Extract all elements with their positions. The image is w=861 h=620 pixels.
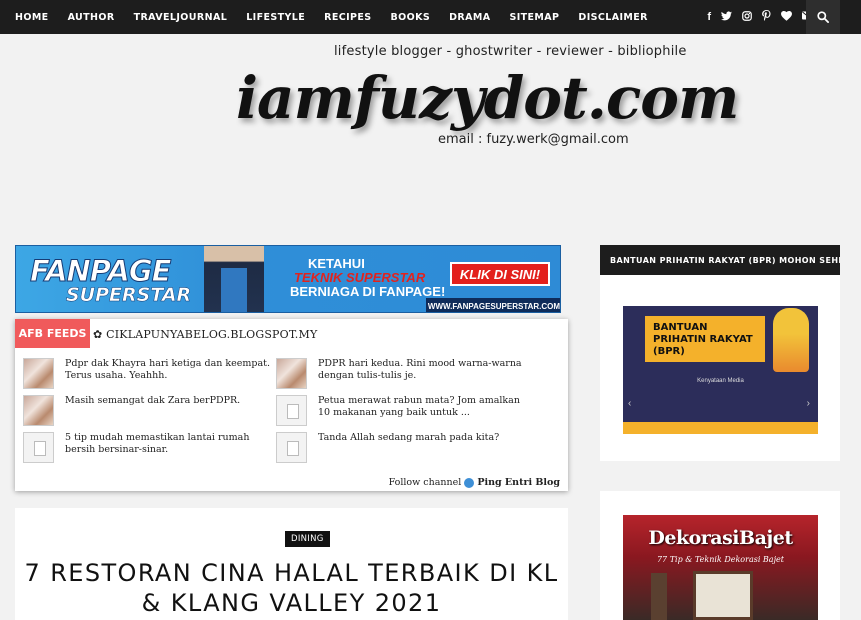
follow-label: Follow channel <box>388 477 462 488</box>
feed-item[interactable]: Tanda Allah sedang marah pada kita? <box>276 432 531 466</box>
facebook-icon[interactable]: f <box>707 11 711 23</box>
feed-item-title[interactable]: Petua merawat rabun mata? Jom amalkan 10… <box>318 395 528 419</box>
fanpage-superstar-banner[interactable]: FANPAGE SUPERSTAR KETAHUI TEKNIK SUPERST… <box>15 245 561 313</box>
feed-item[interactable]: Masih semangat dak Zara berPDPR. <box>23 395 278 429</box>
feed-item[interactable]: 5 tip mudah memastikan lantai rumah bers… <box>23 432 278 466</box>
nav-home[interactable]: HOME <box>15 12 49 23</box>
sidebar-widget-title: BANTUAN PRIHATIN RAKYAT (BPR) MOHON SEHI… <box>600 245 840 275</box>
bpr-caption: Kenyataan Media <box>697 378 744 384</box>
feed-item-title[interactable]: Tanda Allah sedang marah pada kita? <box>318 432 528 444</box>
heart-icon[interactable] <box>781 10 792 24</box>
nav-recipes[interactable]: RECIPES <box>324 12 371 23</box>
follow-channel-link[interactable]: Ping Entri Blog <box>477 477 560 488</box>
banner-fanpage-text: FANPAGE <box>29 254 171 289</box>
document-icon <box>287 404 299 419</box>
top-navigation-bar: HOME AUTHOR TRAVELJOURNAL LIFESTYLE RECI… <box>0 0 861 34</box>
search-icon <box>817 11 829 23</box>
feed-item[interactable]: Pdpr dak Khayra hari ketiga dan keempat.… <box>23 358 278 392</box>
nav-author[interactable]: AUTHOR <box>68 12 115 23</box>
blog-post-card: DINING 7 RESTORAN CINA HALAL TERBAIK DI … <box>15 508 568 620</box>
feed-thumbnail-placeholder <box>276 432 307 463</box>
feed-item-title[interactable]: Masih semangat dak Zara berPDPR. <box>65 395 275 407</box>
site-tagline: lifestyle blogger - ghostwriter - review… <box>334 44 687 59</box>
nav-disclaimer[interactable]: DISCLAIMER <box>578 12 647 23</box>
dekorasi-subtitle: 77 Tip & Teknik Dekorasi Bajet <box>656 555 785 564</box>
banner-superstar-text: SUPERSTAR <box>66 284 192 307</box>
banner-url: WWW.FANPAGESUPERSTAR.COM <box>426 298 560 312</box>
dekorasi-bajet-image[interactable]: DekorasiBajet 77 Tip & Teknik Dekorasi B… <box>623 515 818 620</box>
twitter-icon[interactable] <box>721 10 732 24</box>
bpr-image[interactable]: BANTUAN PRIHATIN RAKYAT (BPR) Kenyataan … <box>623 294 818 434</box>
afb-feeds-widget: AFB FEEDS ✿ CIKLAPUNYABELOG.BLOGSPOT.MY … <box>15 319 568 491</box>
banner-text-berniaga: BERNIAGA DI FANPAGE! <box>290 284 446 299</box>
feed-thumbnail-placeholder <box>276 395 307 426</box>
chevron-left-icon[interactable]: ‹ <box>628 398 631 409</box>
nav-sitemap[interactable]: SITEMAP <box>509 12 559 23</box>
document-icon <box>287 441 299 456</box>
feed-item[interactable]: PDPR hari kedua. Rini mood warna-warna d… <box>276 358 531 392</box>
post-category-badge[interactable]: DINING <box>285 531 330 547</box>
nav-lifestyle[interactable]: LIFESTYLE <box>246 12 305 23</box>
feed-item-title[interactable]: 5 tip mudah memastikan lantai rumah bers… <box>65 432 275 456</box>
ping-icon <box>464 477 475 488</box>
social-links: f <box>697 0 813 34</box>
sidebar-widget-bpr: BANTUAN PRIHATIN RAKYAT (BPR) MOHON SEHI… <box>600 245 840 461</box>
feed-thumbnail <box>276 358 307 389</box>
site-logo[interactable]: iamfuzydot.com <box>236 64 739 132</box>
feed-item-title[interactable]: Pdpr dak Khayra hari ketiga dan keempat.… <box>65 358 275 382</box>
feed-item[interactable]: Petua merawat rabun mata? Jom amalkan 10… <box>276 395 531 429</box>
feed-thumbnail <box>23 395 54 426</box>
dekorasi-title: DekorasiBajet <box>648 527 793 549</box>
lamp-image <box>651 573 667 620</box>
site-header: lifestyle blogger - ghostwriter - review… <box>0 34 861 214</box>
banner-klik-button[interactable]: KLIK DI SINI! <box>450 262 550 286</box>
banner-text-teknik: TEKNIK SUPERSTAR <box>294 270 426 285</box>
search-button[interactable] <box>806 0 840 34</box>
nav-drama[interactable]: DRAMA <box>449 12 490 23</box>
bpr-mascot-image <box>773 308 809 372</box>
window-frame-image <box>693 571 753 620</box>
feed-thumbnail-placeholder <box>23 432 54 463</box>
follow-channel: Follow channel Ping Entri Blog <box>389 477 560 488</box>
main-menu: HOME AUTHOR TRAVELJOURNAL LIFESTYLE RECI… <box>0 0 652 34</box>
afb-feeds-site[interactable]: ✿ CIKLAPUNYABELOG.BLOGSPOT.MY <box>93 328 317 341</box>
feed-item-title[interactable]: PDPR hari kedua. Rini mood warna-warna d… <box>318 358 528 382</box>
feed-thumbnail <box>23 358 54 389</box>
nav-books[interactable]: BOOKS <box>391 12 431 23</box>
instagram-icon[interactable] <box>742 10 752 24</box>
afb-feeds-tag: AFB FEEDS <box>15 319 90 348</box>
bpr-image-title: BANTUAN PRIHATIN RAKYAT (BPR) <box>653 322 753 357</box>
banner-text-ketahui: KETAHUI <box>308 256 365 271</box>
contact-email: email : fuzy.werk@gmail.com <box>438 132 629 147</box>
post-title[interactable]: 7 RESTORAN CINA HALAL TERBAIK DI KL & KL… <box>15 558 568 618</box>
pinterest-icon[interactable] <box>762 10 771 24</box>
chevron-right-icon[interactable]: › <box>807 398 810 409</box>
document-icon <box>34 441 46 456</box>
nav-traveljournal[interactable]: TRAVELJOURNAL <box>134 12 228 23</box>
sidebar-widget-dekorasi: DekorasiBajet 77 Tip & Teknik Dekorasi B… <box>600 491 840 620</box>
banner-businessman-image <box>204 246 264 312</box>
